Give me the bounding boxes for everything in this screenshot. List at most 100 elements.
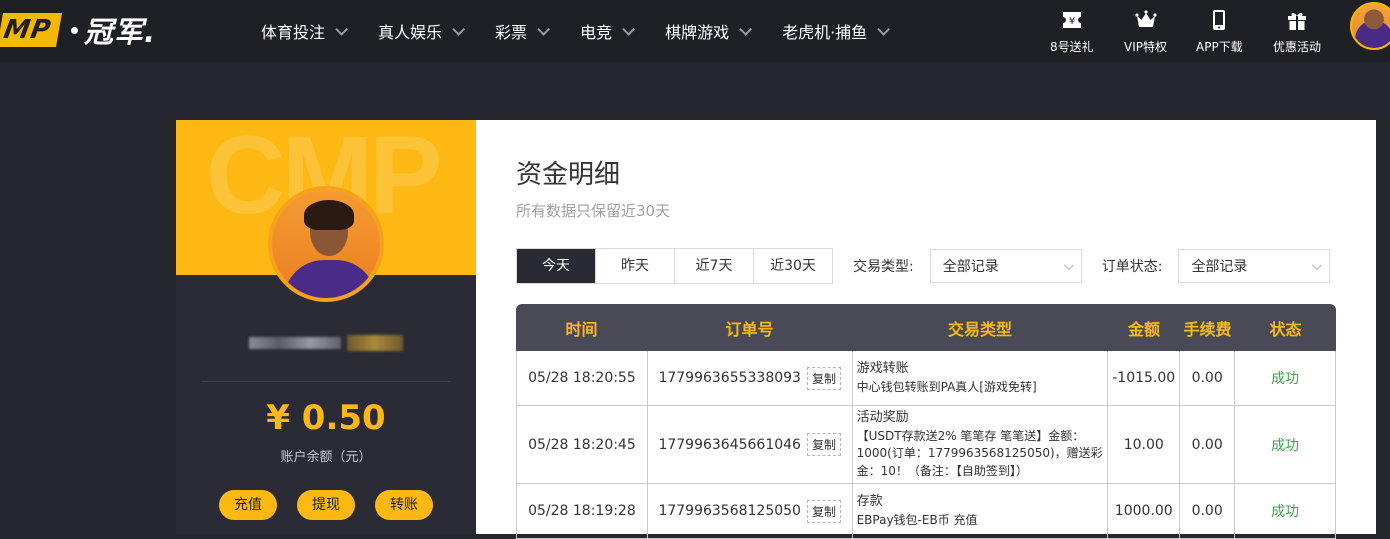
- wallet-actions: 充值 提现 转账: [176, 490, 476, 520]
- crown-icon: [1134, 10, 1157, 27]
- transaction-type-select[interactable]: 全部记录: [929, 249, 1082, 283]
- nav-label: 棋牌游戏: [665, 23, 730, 42]
- cell-order: 1779963568125050 复制: [648, 484, 853, 538]
- cell-amount: -1015.00: [1108, 351, 1181, 405]
- quick-label: VIP特权: [1124, 40, 1167, 54]
- quick-label: APP下载: [1196, 40, 1243, 54]
- cell-status: 成功: [1235, 406, 1336, 483]
- table-header: 时间 订单号 交易类型 金额 手续费 状态: [516, 304, 1336, 351]
- chevron-down-icon: [1312, 259, 1323, 270]
- username-blurred: [246, 332, 406, 354]
- phone-icon: [1213, 10, 1226, 30]
- fund-details-panel: 资金明细 所有数据只保留近30天 今天 昨天 近7天 近30天 交易类型: 全部…: [476, 120, 1376, 539]
- col-status: 状态: [1269, 319, 1302, 339]
- quick-vip[interactable]: VIP特权: [1124, 8, 1167, 55]
- profile-avatar: [268, 186, 384, 302]
- transaction-detail: 中心钱包转账到PA真人[游戏免转]: [856, 379, 1037, 394]
- user-avatar[interactable]: [1350, 2, 1390, 50]
- cell-status: 成功: [1235, 484, 1336, 538]
- nav-label: 真人娱乐: [378, 23, 443, 42]
- quick-app-download[interactable]: APP下载: [1196, 8, 1243, 55]
- select-value: 全部记录: [942, 259, 999, 275]
- cell-order: 1779963655338093 复制: [648, 351, 853, 405]
- cell-type: 存款 EBPay钱包-EB币 充值: [853, 484, 1109, 538]
- quick-promotions[interactable]: 优惠活动: [1273, 8, 1321, 55]
- order-number: 1779963645661046: [658, 436, 801, 453]
- transactions-table: 时间 订单号 交易类型 金额 手续费 状态 05/28 18:20:55 177…: [516, 304, 1336, 539]
- chevron-down-icon: [622, 22, 636, 36]
- logo-dot: [70, 26, 78, 34]
- nav-label: 体育投注: [261, 23, 326, 42]
- status-badge: 成功: [1271, 437, 1300, 454]
- status-badge: 成功: [1271, 504, 1300, 520]
- order-status-label: 订单状态:: [1101, 259, 1163, 275]
- filter-bar: 今天 昨天 近7天 近30天 交易类型: 全部记录 订单状态: 全部记录: [516, 248, 1331, 284]
- nav-lottery[interactable]: 彩票: [495, 19, 551, 43]
- quick-gift-8[interactable]: ¥ 8号送礼: [1050, 8, 1094, 55]
- logo[interactable]: MP 冠军.: [0, 12, 156, 49]
- status-badge: 成功: [1271, 371, 1300, 387]
- withdraw-button[interactable]: 提现: [297, 490, 355, 520]
- cell-fee: 0.00: [1180, 406, 1236, 483]
- nav-slots-fishing[interactable]: 老虎机·捕鱼: [782, 19, 891, 43]
- copy-button[interactable]: 复制: [806, 366, 841, 390]
- chevron-down-icon: [1063, 259, 1074, 270]
- tab-yesterday[interactable]: 昨天: [595, 249, 674, 283]
- chevron-down-icon: [335, 22, 349, 36]
- transaction-detail: EBPay钱包-EB币 充值: [856, 512, 978, 527]
- deposit-button[interactable]: 充值: [219, 490, 277, 520]
- nav-sports[interactable]: 体育投注: [261, 19, 349, 43]
- table-row: 05/28 18:20:55 1779963655338093 复制 游戏转账 …: [516, 351, 1336, 406]
- profile-panel: CMP ¥ 0.50 账户余额（元） 充值 提现 转账: [176, 120, 476, 534]
- chevron-down-icon: [537, 22, 551, 36]
- tab-today[interactable]: 今天: [517, 249, 595, 283]
- tab-last-30-days[interactable]: 近30天: [753, 249, 832, 283]
- balance-amount: ¥ 0.50: [266, 398, 386, 438]
- page-title: 资金明细: [516, 160, 621, 190]
- quick-label: 8号送礼: [1050, 40, 1094, 54]
- nav-card-games[interactable]: 棋牌游戏: [665, 19, 753, 43]
- cell-order: 1779963645661046 复制: [648, 406, 853, 483]
- transaction-detail: 【USDT存款送2% 笔笔存 笔笔送】金额：1000(订单：1779963568…: [856, 428, 1103, 478]
- cell-fee: 0.00: [1180, 484, 1236, 538]
- nav-label: 彩票: [495, 23, 528, 42]
- tab-last-7-days[interactable]: 近7天: [674, 249, 753, 283]
- select-value: 全部记录: [1191, 259, 1248, 275]
- transaction-type: 存款: [856, 493, 883, 509]
- table-row: 05/28 18:20:45 1779963645661046 复制 活动奖励 …: [516, 406, 1336, 484]
- order-number: 1779963568125050: [658, 503, 801, 519]
- svg-text:¥: ¥: [1069, 16, 1075, 27]
- top-bar: MP 冠军. 体育投注 真人娱乐 彩票 电竞 棋牌游戏 老虎机·捕鱼 ¥ 8号送…: [0, 0, 1390, 62]
- cell-status: 成功: [1235, 351, 1336, 405]
- chevron-down-icon: [452, 22, 466, 36]
- nav-esports[interactable]: 电竞: [580, 19, 636, 43]
- gift-icon: [1288, 12, 1306, 30]
- logo-mp: MP: [0, 13, 62, 47]
- cell-time: 05/28 18:20:55: [517, 351, 648, 405]
- col-order: 订单号: [725, 319, 774, 339]
- col-amount: 金额: [1127, 319, 1160, 339]
- col-time: 时间: [565, 319, 598, 339]
- copy-button[interactable]: 复制: [806, 433, 841, 456]
- chevron-down-icon: [739, 22, 753, 36]
- quick-label: 优惠活动: [1273, 40, 1322, 54]
- cell-type: 活动奖励 【USDT存款送2% 笔笔存 笔笔送】金额：1000(订单：17799…: [853, 406, 1109, 483]
- cell-type: 游戏转账 中心钱包转账到PA真人[游戏免转]: [853, 351, 1109, 405]
- logo-brand: 冠军.: [83, 15, 156, 49]
- table-row: 05/28 18:19:28 1779963568125050 复制 存款 EB…: [516, 484, 1336, 539]
- transaction-type-label: 交易类型:: [853, 259, 914, 275]
- copy-button[interactable]: 复制: [806, 499, 841, 523]
- nav-label: 老虎机·捕鱼: [782, 23, 868, 42]
- order-status-select[interactable]: 全部记录: [1178, 249, 1331, 283]
- cell-time: 05/28 18:19:28: [517, 484, 648, 538]
- transfer-button[interactable]: 转账: [375, 490, 433, 520]
- cell-time: 05/28 18:20:45: [517, 406, 648, 483]
- cell-amount: 1000.00: [1108, 484, 1181, 538]
- col-type: 交易类型: [947, 319, 1012, 339]
- transaction-type: 游戏转账: [856, 360, 909, 376]
- nav-live-casino[interactable]: 真人娱乐: [378, 19, 466, 43]
- cell-amount: 10.00: [1108, 406, 1181, 483]
- divider: [201, 381, 451, 382]
- date-range-tabs: 今天 昨天 近7天 近30天: [516, 248, 833, 284]
- transaction-type: 活动奖励: [856, 410, 909, 425]
